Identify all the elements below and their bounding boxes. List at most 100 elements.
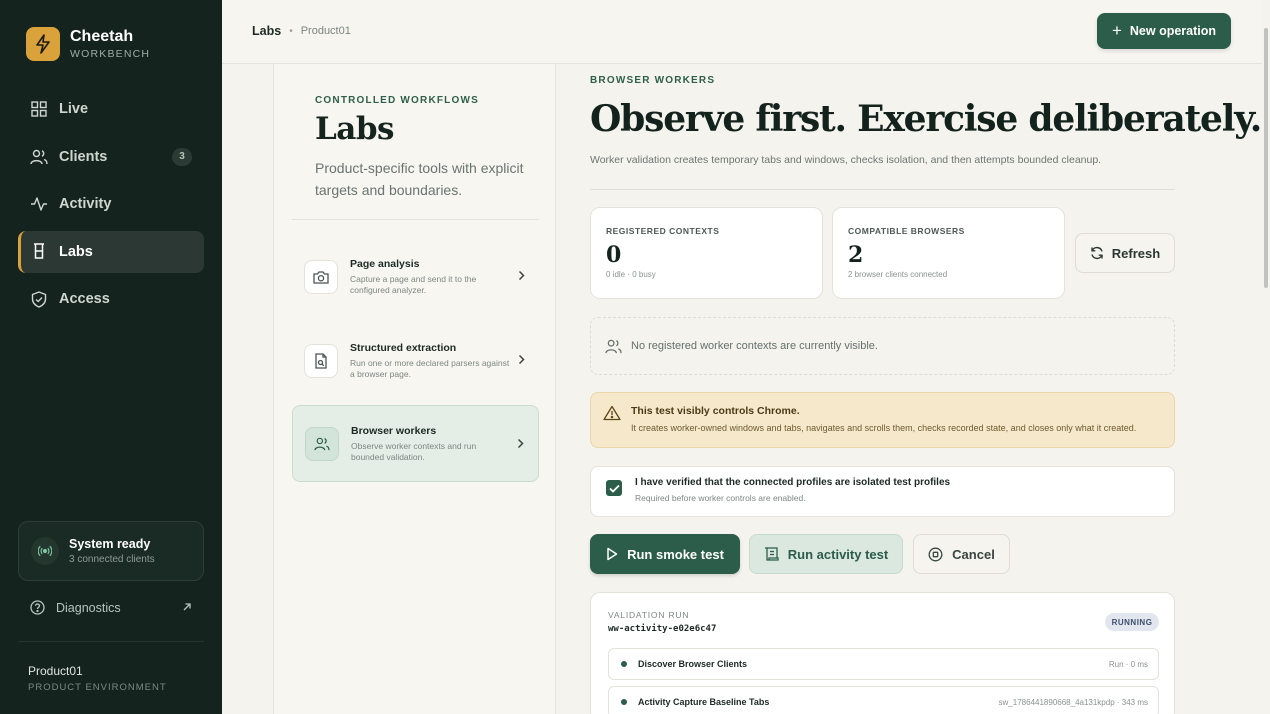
- main-eyebrow: BROWSER WORKERS: [590, 75, 716, 86]
- run-step: Activity Capture Baseline Tabs sw_178644…: [608, 686, 1159, 714]
- file-search-icon: [304, 343, 338, 378]
- cancel-button[interactable]: Cancel: [913, 534, 1010, 574]
- stat-value: 2: [848, 242, 864, 268]
- step-meta: Run · 0 ms: [1108, 659, 1148, 669]
- verify-checkbox[interactable]: [606, 480, 622, 496]
- stat-compatible-browsers: COMPATIBLE BROWSERS 2 2 browser clients …: [832, 207, 1065, 299]
- check-icon: [608, 484, 620, 493]
- verify-subtitle: Required before worker controls are enab…: [635, 493, 806, 503]
- diagnostics-label: Diagnostics: [56, 600, 121, 615]
- scrollbar-thumb[interactable]: [1264, 28, 1268, 288]
- grid-icon: [30, 100, 48, 118]
- tool-page-analysis[interactable]: Page analysis Capture a page and send it…: [292, 238, 539, 315]
- brand-name: Cheetah: [70, 28, 134, 45]
- tool-title: Page analysis: [350, 257, 420, 270]
- camera-icon: [304, 259, 338, 294]
- sidebar-item-activity[interactable]: Activity: [18, 183, 204, 225]
- page-title: Observe first. Exercise deliberately.: [590, 98, 1262, 140]
- tool-structured-extraction[interactable]: Structured extraction Run one or more de…: [292, 322, 539, 399]
- breadcrumb-environment: Product01: [300, 25, 351, 37]
- step-status-dot: [621, 699, 627, 705]
- empty-contexts-message: No registered worker contexts are curren…: [590, 317, 1175, 375]
- warning-triangle-icon: [603, 405, 621, 426]
- stop-circle-icon: [928, 547, 943, 561]
- page-scrollbar[interactable]: [1262, 0, 1270, 714]
- step-status-dot: [621, 661, 627, 667]
- run-step: Discover Browser Clients Run · 0 ms: [608, 648, 1159, 680]
- refresh-label: Refresh: [1111, 245, 1161, 261]
- sidebar-divider: [18, 641, 204, 642]
- help-circle-icon: [30, 600, 45, 615]
- labs-divider: [292, 219, 539, 220]
- new-operation-button[interactable]: + New operation: [1097, 13, 1231, 49]
- isolation-verification[interactable]: I have verified that the connected profi…: [590, 466, 1175, 517]
- sidebar-item-live[interactable]: Live: [18, 88, 204, 130]
- main-divider: [590, 189, 1175, 190]
- refresh-button[interactable]: Refresh: [1075, 233, 1175, 273]
- chevron-right-icon: [518, 268, 525, 286]
- environment-label: PRODUCT ENVIRONMENT: [28, 682, 167, 693]
- users-icon: [605, 339, 622, 353]
- play-icon: [607, 547, 618, 561]
- empty-text: No registered worker contexts are curren…: [631, 340, 878, 352]
- chevron-right-icon: [517, 436, 524, 454]
- labs-eyebrow: CONTROLLED WORKFLOWS: [315, 95, 479, 106]
- step-name: Activity Capture Baseline Tabs: [638, 697, 770, 707]
- tool-title: Browser workers: [351, 424, 437, 437]
- environment-name: Product01: [28, 664, 83, 678]
- labs-title: Labs: [315, 111, 395, 147]
- tool-title: Structured extraction: [350, 341, 457, 354]
- plus-icon: +: [1111, 21, 1122, 40]
- tool-browser-workers[interactable]: Browser workers Observe worker contexts …: [292, 405, 539, 482]
- sidebar-nav: Live Clients 3 Activity Labs Access: [18, 88, 204, 326]
- labs-panel: CONTROLLED WORKFLOWS Labs Product-specif…: [273, 64, 556, 714]
- stat-value: 0: [606, 242, 622, 268]
- sidebar-item-label: Activity: [59, 196, 112, 212]
- tool-description: Observe worker contexts and run bounded …: [351, 440, 477, 462]
- stat-subtitle: 0 idle · 0 busy: [606, 270, 656, 279]
- activity-icon: [30, 195, 48, 213]
- users-icon: [305, 426, 339, 461]
- run-id: ww-activity-e02e6c47: [608, 624, 717, 634]
- users-icon: [30, 148, 48, 166]
- warning-text: It creates worker-owned windows and tabs…: [631, 423, 1137, 433]
- page-description: Worker validation creates temporary tabs…: [590, 154, 1102, 166]
- stat-label: COMPATIBLE BROWSERS: [848, 226, 965, 236]
- step-meta: sw_1786441890668_4a131kpdp · 343 ms: [998, 697, 1148, 707]
- sidebar: Cheetah WORKBENCH Live Clients 3 Activit…: [0, 0, 222, 714]
- signal-icon: [31, 537, 59, 565]
- external-link-icon: [182, 601, 192, 615]
- status-subtitle: 3 connected clients: [69, 554, 155, 565]
- status-title: System ready: [69, 537, 151, 551]
- system-status-card: System ready 3 connected clients: [18, 521, 204, 581]
- topbar: Labs • Product01 + New operation: [222, 0, 1262, 64]
- lightning-icon: [26, 27, 60, 61]
- sidebar-item-label: Labs: [59, 243, 93, 260]
- sidebar-item-access[interactable]: Access: [18, 278, 204, 320]
- brand[interactable]: Cheetah WORKBENCH: [26, 27, 150, 61]
- stat-subtitle: 2 browser clients connected: [848, 270, 948, 279]
- sidebar-item-labs[interactable]: Labs: [18, 230, 204, 273]
- chevron-right-icon: [518, 352, 525, 370]
- main-content: BROWSER WORKERS Observe first. Exercise …: [556, 64, 1262, 714]
- verify-title: I have verified that the connected profi…: [635, 477, 951, 488]
- scroll-icon: [764, 547, 779, 561]
- breadcrumb: Labs • Product01: [252, 24, 351, 38]
- sidebar-item-label: Access: [59, 291, 110, 307]
- brand-subtitle: WORKBENCH: [70, 48, 151, 60]
- refresh-icon: [1091, 246, 1103, 260]
- breadcrumb-current[interactable]: Labs: [252, 24, 281, 38]
- step-name: Discover Browser Clients: [638, 659, 748, 669]
- tool-description: Capture a page and send it to the config…: [350, 273, 477, 295]
- stat-label: REGISTERED CONTEXTS: [606, 226, 720, 236]
- beaker-icon: [30, 243, 48, 261]
- run-activity-test-button[interactable]: Run activity test: [749, 534, 903, 574]
- run-smoke-test-button[interactable]: Run smoke test: [590, 534, 740, 574]
- stat-registered-contexts: REGISTERED CONTEXTS 0 0 idle · 0 busy: [590, 207, 823, 299]
- labs-description: Product-specific tools with explicit tar…: [315, 160, 524, 198]
- validation-run-card: VALIDATION RUN ww-activity-e02e6c47 RUNN…: [590, 592, 1175, 714]
- diagnostics-link[interactable]: Diagnostics: [30, 600, 192, 615]
- run-label: VALIDATION RUN: [608, 610, 690, 620]
- sidebar-item-clients[interactable]: Clients 3: [18, 136, 204, 178]
- environment-info: Product01 PRODUCT ENVIRONMENT: [28, 664, 167, 693]
